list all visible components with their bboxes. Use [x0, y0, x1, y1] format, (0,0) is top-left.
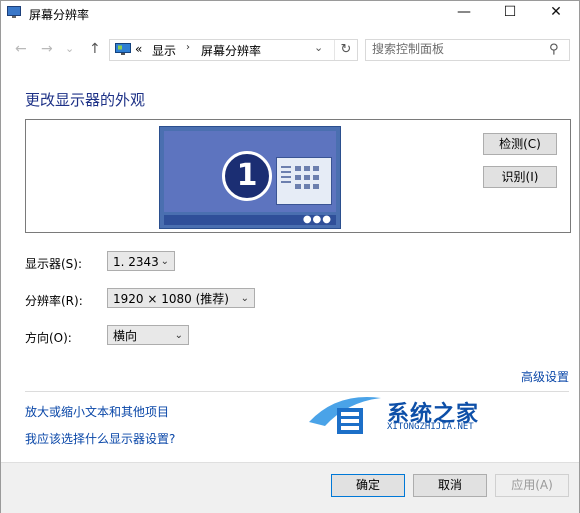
monitor-number-badge: 1: [222, 151, 272, 201]
advanced-settings-link[interactable]: 高级设置: [521, 368, 569, 385]
watermark: 系统之家 XITONGZHIJIA.NET: [307, 388, 517, 440]
page-title: 更改显示器的外观: [25, 91, 146, 109]
chevron-down-icon: ⌄: [174, 330, 183, 341]
resolution-select-value: 1920 × 1080 (推荐): [113, 292, 229, 306]
watermark-url: XITONGZHIJIA.NET: [387, 422, 474, 432]
display-select-value: 1. 2343: [113, 255, 159, 269]
watermark-logo-icon: [309, 397, 381, 434]
cancel-button[interactable]: 取消: [413, 474, 487, 497]
display-settings-help-link[interactable]: 我应该选择什么显示器设置?: [25, 430, 175, 447]
minimize-button[interactable]: —: [441, 1, 487, 25]
address-bar[interactable]: « 显示 › 屏幕分辨率 ⌄ ↻: [109, 39, 358, 61]
text-size-link[interactable]: 放大或缩小文本和其他项目: [25, 403, 169, 420]
dialog-footer: 确定 取消 应用(A): [1, 462, 579, 513]
search-input[interactable]: [372, 42, 542, 56]
window-title: 屏幕分辨率: [29, 8, 90, 22]
forward-arrow-icon[interactable]: →: [41, 41, 53, 57]
resolution-label: 分辨率(R):: [25, 294, 83, 308]
identify-button[interactable]: 识别(I): [483, 166, 557, 188]
search-icon[interactable]: ⚲: [549, 42, 559, 57]
search-box[interactable]: ⚲: [365, 39, 570, 61]
display-app-icon: [7, 6, 21, 18]
chevron-down-icon: ⌄: [240, 293, 249, 304]
close-button[interactable]: ✕: [533, 1, 579, 25]
monitor-preview[interactable]: ●●● 1: [159, 126, 341, 229]
chevron-down-icon[interactable]: ⌄: [314, 41, 323, 54]
taskbar-dots-icon: ●●●: [302, 214, 332, 225]
detect-button[interactable]: 检测(C): [483, 133, 557, 155]
up-arrow-icon[interactable]: ↑: [89, 41, 101, 57]
chevron-right-icon[interactable]: ›: [186, 42, 190, 53]
refresh-icon[interactable]: ↻: [334, 40, 357, 60]
window: 屏幕分辨率 — ☐ ✕ ← → ⌄ ↑ « 显示 › 屏幕分辨率 ⌄ ↻ ⚲ 更…: [0, 0, 580, 513]
ok-button[interactable]: 确定: [331, 474, 405, 497]
maximize-button[interactable]: ☐: [487, 1, 533, 25]
orientation-label: 方向(O):: [25, 331, 72, 345]
back-arrow-icon[interactable]: ←: [15, 41, 27, 57]
control-panel-icon: [115, 43, 131, 55]
breadcrumb-display[interactable]: 显示: [152, 42, 176, 59]
resolution-select[interactable]: 1920 × 1080 (推荐) ⌄: [107, 288, 255, 308]
orientation-select-value: 横向: [113, 329, 138, 343]
orientation-select[interactable]: 横向 ⌄: [107, 325, 189, 345]
title-bar: 屏幕分辨率 — ☐ ✕: [1, 1, 579, 25]
breadcrumb-screen-resolution[interactable]: 屏幕分辨率: [201, 42, 261, 59]
window-tiles-icon: [276, 157, 332, 205]
breadcrumb-prefix[interactable]: «: [135, 42, 142, 56]
apply-button[interactable]: 应用(A): [495, 474, 569, 497]
recent-locations-icon[interactable]: ⌄: [65, 42, 74, 55]
chevron-down-icon: ⌄: [160, 256, 169, 267]
display-select[interactable]: 1. 2343 ⌄: [107, 251, 175, 271]
display-label: 显示器(S):: [25, 257, 83, 271]
